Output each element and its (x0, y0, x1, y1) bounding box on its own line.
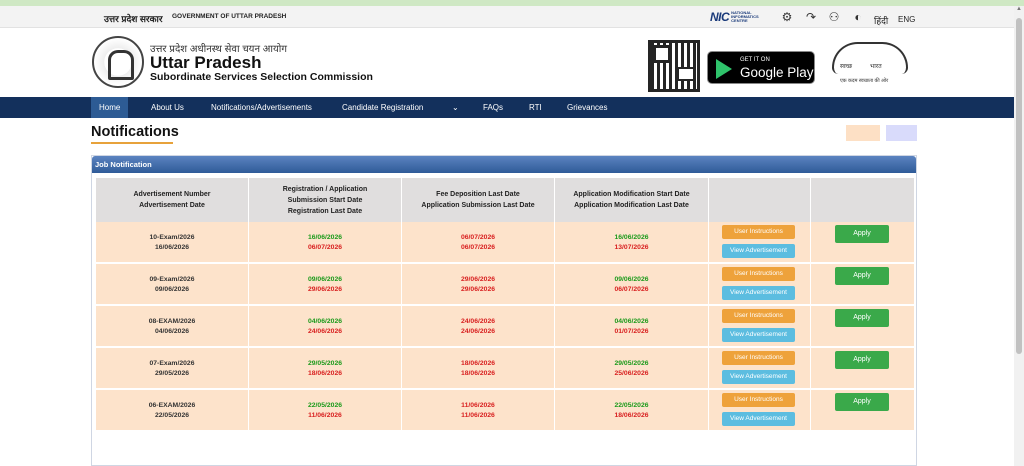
view-advertisement-button[interactable]: View Advertisement (722, 370, 795, 384)
language-hindi-link[interactable]: हिंदी (874, 14, 888, 27)
advertisement-cell: 10-Exam/2026 16/06/2026 (96, 222, 249, 263)
advertisement-cell: 08-EXAM/2026 04/06/2026 (96, 306, 249, 347)
view-advertisement-button[interactable]: View Advertisement (722, 244, 795, 258)
registration-cell: 09/06/2026 29/06/2026 (249, 264, 402, 305)
nav-grievances[interactable]: Grievances (559, 97, 615, 118)
main-navigation: Home About Us Notifications/Advertisemen… (0, 97, 1014, 118)
swachh-left-label: स्वच्छ (840, 64, 853, 70)
column-header-fee: Fee Deposition Last Date Application Sub… (402, 178, 555, 222)
google-play-small-label: GET IT ON (740, 57, 770, 63)
registration-cell: 16/06/2026 06/07/2026 (249, 222, 402, 263)
org-name-english-line1: Uttar Pradesh (150, 53, 262, 72)
advertisement-cell: 09-Exam/2026 09/06/2026 (96, 264, 249, 305)
nic-logo[interactable]: NIC NATIONAL INFORMATICS CENTRE (710, 10, 759, 24)
column-header-modification: Application Modification Start Date Appl… (555, 178, 709, 222)
gear-icon[interactable]: ⚙ (780, 11, 794, 24)
advertisement-cell: 07-Exam/2026 29/05/2026 (96, 348, 249, 389)
job-notification-panel: Job Notification Advertisement Number Ad… (91, 155, 917, 466)
top-utility-bar: उत्तर प्रदेश सरकार GOVERNMENT OF UTTAR P… (0, 6, 1014, 28)
swachh-right-label: भारत (870, 64, 882, 70)
modification-cell: 29/05/2026 25/06/2026 (555, 348, 709, 389)
page-scrollbar[interactable]: ▲ (1014, 6, 1024, 466)
fee-cell: 24/06/2026 24/06/2026 (402, 306, 555, 347)
title-underline (91, 142, 173, 144)
user-instructions-button[interactable]: User Instructions (722, 351, 795, 365)
nav-candidate-registration[interactable]: Candidate Registration (334, 97, 431, 118)
gov-label-hindi: उत्तर प्रदेश सरकार (104, 14, 163, 24)
user-instructions-button[interactable]: User Instructions (722, 267, 795, 281)
apply-button[interactable]: Apply (835, 225, 889, 243)
scrollbar-thumb[interactable] (1016, 18, 1022, 354)
translate-icon[interactable]: ↷ (804, 11, 818, 24)
modification-cell: 22/05/2026 18/06/2026 (555, 390, 709, 431)
table-row: 07-Exam/2026 29/05/2026 29/05/2026 18/06… (96, 348, 914, 389)
view-advertisement-button[interactable]: View Advertisement (722, 286, 795, 300)
gov-label-english: GOVERNMENT OF UTTAR PRADESH (172, 13, 287, 20)
column-header-advertisement: Advertisement Number Advertisement Date (96, 178, 249, 222)
apply-button[interactable]: Apply (835, 351, 889, 369)
swachh-tagline: एक कदम स्वच्छता की ओर (840, 78, 889, 84)
registration-cell: 04/06/2026 24/06/2026 (249, 306, 402, 347)
view-advertisement-button[interactable]: View Advertisement (722, 328, 795, 342)
table-row: 10-Exam/2026 16/06/2026 16/06/2026 06/07… (96, 222, 914, 263)
table-row: 06-EXAM/2026 22/05/2026 22/05/2026 11/06… (96, 390, 914, 431)
nav-rti[interactable]: RTI (521, 97, 550, 118)
nav-home[interactable]: Home (91, 97, 129, 118)
user-instructions-button[interactable]: User Instructions (722, 393, 795, 407)
registration-cell: 29/05/2026 18/06/2026 (249, 348, 402, 389)
table-row: 09-Exam/2026 09/06/2026 09/06/2026 29/06… (96, 264, 914, 305)
user-instructions-button[interactable]: User Instructions (722, 309, 795, 323)
swachh-bharat-logo: स्वच्छ भारत एक कदम स्वच्छता की ओर (822, 40, 918, 88)
column-header-apply (811, 178, 914, 222)
table-header: Advertisement Number Advertisement Date … (96, 178, 914, 222)
google-play-big-label: Google Play (740, 65, 814, 80)
nav-faqs[interactable]: FAQs (475, 97, 511, 118)
contrast-icon[interactable]: ◐ (851, 11, 865, 24)
view-advertisement-button[interactable]: View Advertisement (722, 412, 795, 426)
modification-cell: 04/06/2026 01/07/2026 (555, 306, 709, 347)
modification-cell: 09/06/2026 06/07/2026 (555, 264, 709, 305)
modification-cell: 16/06/2026 13/07/2026 (555, 222, 709, 263)
panel-title: Job Notification (92, 156, 916, 173)
language-english-link[interactable]: ENG (898, 15, 915, 24)
scroll-up-arrow-icon[interactable]: ▲ (1015, 6, 1023, 14)
table-row: 08-EXAM/2026 04/06/2026 04/06/2026 24/06… (96, 306, 914, 347)
apply-button[interactable]: Apply (835, 393, 889, 411)
advertisement-cell: 06-EXAM/2026 22/05/2026 (96, 390, 249, 431)
fee-cell: 18/06/2026 18/06/2026 (402, 348, 555, 389)
registration-cell: 22/05/2026 11/06/2026 (249, 390, 402, 431)
org-name-english-line2: Subordinate Services Selection Commissio… (150, 71, 373, 83)
fee-cell: 29/06/2026 29/06/2026 (402, 264, 555, 305)
apply-button[interactable]: Apply (835, 267, 889, 285)
page-title: Notifications (91, 124, 179, 140)
nic-logo-subtext: NATIONAL INFORMATICS CENTRE (731, 10, 759, 23)
site-header: उत्तर प्रदेश अधीनस्थ सेवा चयन आयोग Uttar… (0, 28, 1014, 97)
column-header-registration: Registration / Application Submission St… (249, 178, 402, 222)
accessibility-people-icon[interactable]: ⚇ (827, 11, 841, 24)
google-play-badge[interactable]: GET IT ON Google Play (707, 51, 815, 84)
user-instructions-button[interactable]: User Instructions (722, 225, 795, 239)
column-header-actions (709, 178, 811, 222)
uttar-pradesh-emblem-logo[interactable] (92, 36, 144, 88)
fee-cell: 11/06/2026 11/06/2026 (402, 390, 555, 431)
legend-swatch-orange (846, 125, 880, 141)
legend-swatch-lavender (886, 125, 917, 141)
nic-logo-text: NIC (710, 10, 730, 24)
apply-button[interactable]: Apply (835, 309, 889, 327)
play-store-icon (716, 59, 732, 79)
nav-more-dropdown-chevron-icon[interactable]: ⌄ (444, 97, 467, 118)
qr-code-image (648, 40, 700, 92)
nav-about-us[interactable]: About Us (143, 97, 192, 118)
fee-cell: 06/07/2026 06/07/2026 (402, 222, 555, 263)
nav-notifications-advertisements[interactable]: Notifications/Advertisements (203, 97, 320, 118)
